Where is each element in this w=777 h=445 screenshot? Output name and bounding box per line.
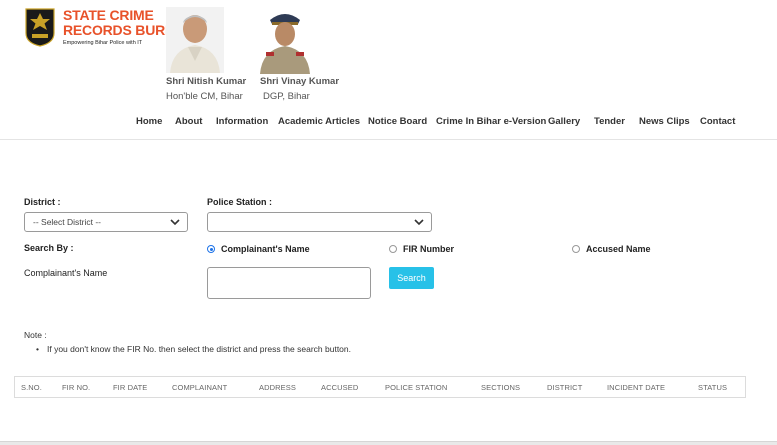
radio-label: FIR Number [403,244,455,254]
table-header-cell: FIR NO. [62,383,91,392]
table-header-cell: COMPLAINANT [172,383,228,392]
nav-notice-board[interactable]: Notice Board [368,116,427,127]
official-name: Shri Nitish Kumar [166,76,247,87]
official-caption-dgp: Shri Vinay Kumar DGP, Bihar [260,76,339,102]
radio-accused-name[interactable]: Accused Name [572,243,651,255]
nav-academic-articles[interactable]: Academic Articles [278,116,360,127]
note-text: If you don't know the FIR No. then selec… [36,344,351,354]
official-title: Hon'ble CM, Bihar [166,91,243,102]
radio-button[interactable] [389,245,397,253]
table-header-cell: DISTRICT [547,383,583,392]
district-select[interactable]: -- Select District -- [24,212,188,232]
district-select-value: -- Select District -- [33,217,101,227]
nav-home[interactable]: Home [136,116,162,127]
cm-portrait-image [166,7,224,73]
radio-button[interactable] [572,245,580,253]
police-station-label: Police Station : [207,197,273,207]
footer-divider [0,441,777,445]
nav-information[interactable]: Information [216,116,268,127]
nav-crime-in-bihar[interactable]: Crime In Bihar e-Version [436,116,546,127]
district-label: District : [24,197,61,207]
table-header-cell: POLICE STATION [385,383,448,392]
note-label: Note : [24,330,47,340]
radio-button-checked[interactable] [207,245,215,253]
table-header-cell: FIR DATE [113,383,148,392]
table-header-cell: INCIDENT DATE [607,383,666,392]
nav-contact[interactable]: Contact [700,116,735,127]
nav-news-clips[interactable]: News Clips [639,116,690,127]
nav-gallery[interactable]: Gallery [548,116,580,127]
radio-label: Accused Name [586,244,651,254]
bihar-police-emblem-icon[interactable] [24,7,56,47]
radio-label: Complainant's Name [221,244,310,254]
main-nav: Home About Information Academic Articles… [0,116,777,128]
nav-about[interactable]: About [175,116,202,127]
nav-tender[interactable]: Tender [594,116,625,127]
results-table: S.NO. FIR NO. FIR DATE COMPLAINANT ADDRE… [14,376,746,398]
table-header-cell: STATUS [698,383,728,392]
table-header-cell: S.NO. [21,383,42,392]
table-header-cell: ADDRESS [259,383,296,392]
complainant-name-input[interactable] [207,267,371,299]
police-station-select[interactable] [207,212,432,232]
dgp-portrait-image [256,6,314,74]
official-title: DGP, Bihar [263,91,310,102]
official-caption-cm: Shri Nitish Kumar Hon'ble CM, Bihar [166,76,246,102]
header-divider [0,139,777,140]
radio-fir-number[interactable]: FIR Number [389,243,454,255]
search-button[interactable]: Search [389,267,434,289]
search-by-label: Search By : [24,243,74,253]
complainant-name-label: Complainant's Name [24,268,108,278]
table-header-cell: SECTIONS [481,383,521,392]
chevron-down-icon [170,219,180,226]
official-name: Shri Vinay Kumar [260,76,340,87]
chevron-down-icon [414,219,424,226]
radio-complainant-name[interactable]: Complainant's Name [207,243,310,255]
table-header-cell: ACCUSED [321,383,359,392]
